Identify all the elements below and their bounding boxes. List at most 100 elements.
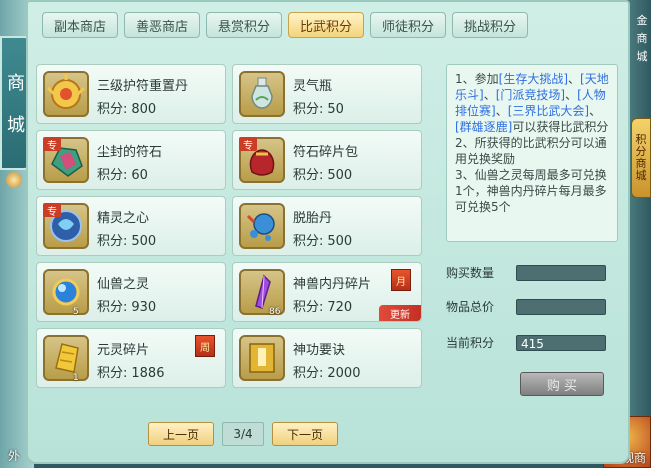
item-points: 积分: 50 xyxy=(293,98,344,117)
item-name: 神功要诀 xyxy=(293,343,346,358)
item-card[interactable]: 专 符石碎片包 积分: 500 xyxy=(232,130,422,190)
points-mall-tab[interactable]: 积 分 商 城 xyxy=(631,118,651,198)
pagination: 上一页 3/4 下一页 xyxy=(148,422,338,446)
points-label: 积分: xyxy=(293,366,324,381)
tab-duel-points[interactable]: 比武积分 xyxy=(288,12,364,38)
item-card[interactable]: 三级护符重置丹 积分: 800 xyxy=(36,64,226,124)
points-label: 积分: xyxy=(97,366,128,381)
link-three-realms-duel[interactable]: [三界比武大会] xyxy=(508,104,589,118)
points-value: 1886 xyxy=(131,366,165,381)
updated-ribbon: 更新 xyxy=(379,305,421,321)
item-name: 符石碎片包 xyxy=(293,145,359,160)
purchase-quantity-label: 购买数量 xyxy=(446,266,495,280)
manual-book-icon xyxy=(239,335,285,381)
current-points-row: 当前积分 415 xyxy=(446,334,606,351)
mall-side-tab-char: 商 xyxy=(7,73,25,94)
amulet-pill-icon xyxy=(43,71,89,117)
item-quantity: 5 xyxy=(73,307,79,317)
item-name: 元灵碎片 xyxy=(97,343,150,358)
item-points: 积分: 500 xyxy=(293,230,352,249)
rules-sep: 、 xyxy=(495,104,508,118)
points-value: 500 xyxy=(131,234,157,249)
total-price-field xyxy=(516,298,606,315)
beast-spirit-orb-icon xyxy=(43,269,89,315)
right-top-char: 商 xyxy=(636,32,648,45)
item-card[interactable]: 专 精灵之心 积分: 500 xyxy=(36,196,226,256)
item-name: 神兽内丹碎片 xyxy=(293,277,372,292)
item-card[interactable]: 脱胎丹 积分: 500 xyxy=(232,196,422,256)
right-top-tab[interactable]: 金 商 城 xyxy=(633,12,651,72)
right-top-char: 金 xyxy=(636,14,648,27)
left-corner-label: 外 xyxy=(7,449,20,463)
item-name: 脱胎丹 xyxy=(293,211,333,226)
points-label: 积分: xyxy=(97,234,128,249)
link-sect-arena[interactable]: [门派竞技场] xyxy=(496,88,565,102)
item-card[interactable]: 5 仙兽之灵 积分: 930 xyxy=(36,262,226,322)
rules-text: 可以获得比武积分 xyxy=(512,120,609,134)
link-heroes-contest[interactable]: [群雄逐鹿] xyxy=(455,120,512,134)
rules-item-1: 1、参加[生存大挑战]、[天地乐斗]、[门派竞技场]、[人物排位赛]、[三界比武… xyxy=(455,71,609,135)
tab-karma-shop[interactable]: 善恶商店 xyxy=(124,12,200,38)
points-value: 2000 xyxy=(327,366,361,381)
exclusive-badge: 专 xyxy=(43,203,61,218)
item-points: 积分: 930 xyxy=(97,296,156,315)
item-grid: 三级护符重置丹 积分: 800 灵气瓶 积分: 50 专 尘封的符石 积分: 60 专… xyxy=(36,64,428,394)
rules-item-3: 3、仙兽之灵每周最多可兑换1个，神兽内丹碎片每月最多可兑换5个 xyxy=(455,168,607,214)
rules-sep: 、 xyxy=(589,104,602,118)
item-points: 积分: 720 xyxy=(293,296,352,315)
total-price-row: 物品总价 xyxy=(446,298,606,315)
item-card[interactable]: 86 月 神兽内丹碎片 积分: 720 更新 xyxy=(232,262,422,322)
item-card[interactable]: 灵气瓶 积分: 50 xyxy=(232,64,422,124)
item-card[interactable]: 1 周 元灵碎片 积分: 1886 xyxy=(36,328,226,388)
item-name: 尘封的符石 xyxy=(97,145,163,160)
tab-dungeon-shop[interactable]: 副本商店 xyxy=(42,12,118,38)
buy-button[interactable]: 购 买 xyxy=(520,372,604,396)
item-card[interactable]: 神功要诀 积分: 2000 xyxy=(232,328,422,388)
shop-tabs: 副本商店 善恶商店 悬赏积分 比武积分 师徒积分 挑战积分 xyxy=(42,12,528,38)
points-label: 积分: xyxy=(293,168,324,183)
prev-page-button[interactable]: 上一页 xyxy=(148,422,214,446)
tab-challenge-points[interactable]: 挑战积分 xyxy=(452,12,528,38)
points-label: 积分: xyxy=(97,300,128,315)
item-name: 灵气瓶 xyxy=(293,79,333,94)
item-points: 积分: 1886 xyxy=(97,362,164,381)
total-price-label: 物品总价 xyxy=(446,300,495,314)
rebirth-pill-icon xyxy=(239,203,285,249)
item-name: 三级护符重置丹 xyxy=(97,79,189,94)
page-indicator: 3/4 xyxy=(222,422,264,446)
points-value: 930 xyxy=(131,300,157,315)
purchase-quantity-field[interactable] xyxy=(516,264,606,281)
weekly-tag: 周 xyxy=(195,335,215,357)
rules-item-2: 2、所获得的比武积分可以通用兑换奖励 xyxy=(455,136,607,166)
right-top-char: 城 xyxy=(636,50,648,63)
item-points: 积分: 500 xyxy=(293,164,352,183)
item-points: 积分: 800 xyxy=(97,98,156,117)
points-label: 积分: xyxy=(293,300,324,315)
points-label: 积分: xyxy=(97,102,128,117)
current-points-label: 当前积分 xyxy=(446,336,495,350)
monthly-tag: 月 xyxy=(391,269,411,291)
yuanling-shard-icon xyxy=(43,335,89,381)
points-label: 积分: xyxy=(293,102,324,117)
spirit-bottle-icon xyxy=(239,71,285,117)
points-value: 60 xyxy=(131,168,148,183)
link-survival-challenge[interactable]: [生存大挑战] xyxy=(499,72,568,86)
item-quantity: 86 xyxy=(269,307,281,317)
tab-bounty-points[interactable]: 悬赏积分 xyxy=(206,12,282,38)
tab-mentor-points[interactable]: 师徒积分 xyxy=(370,12,446,38)
exclusive-badge: 专 xyxy=(43,137,61,152)
rules-description: 1、参加[生存大挑战]、[天地乐斗]、[门派竞技场]、[人物排位赛]、[三界比武… xyxy=(446,64,618,242)
points-value: 500 xyxy=(327,168,353,183)
next-page-button[interactable]: 下一页 xyxy=(272,422,338,446)
item-points: 积分: 60 xyxy=(97,164,148,183)
points-label: 积分: xyxy=(97,168,128,183)
rules-sep: 、 xyxy=(483,88,496,102)
item-points: 积分: 500 xyxy=(97,230,156,249)
item-name: 精灵之心 xyxy=(97,211,150,226)
points-value: 500 xyxy=(327,234,353,249)
shop-panel: 副本商店 善恶商店 悬赏积分 比武积分 师徒积分 挑战积分 三级护符重置丹 积分… xyxy=(26,0,630,464)
rules-sep: 、 xyxy=(565,88,578,102)
current-points-field: 415 xyxy=(516,334,606,351)
points-label: 积分: xyxy=(293,234,324,249)
item-card[interactable]: 专 尘封的符石 积分: 60 xyxy=(36,130,226,190)
